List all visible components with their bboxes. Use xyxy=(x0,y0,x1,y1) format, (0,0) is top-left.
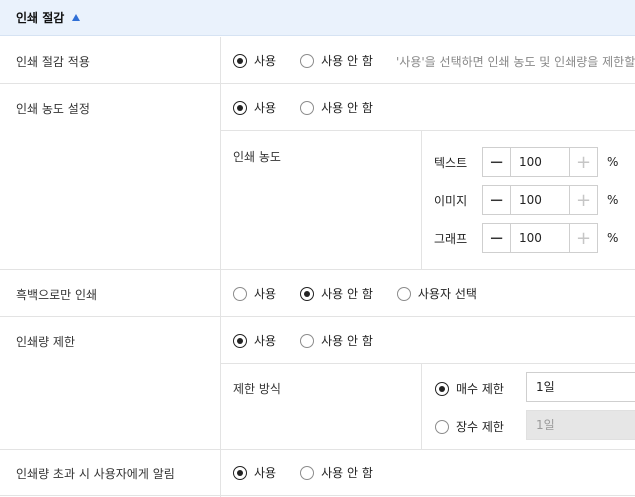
percent-unit: % xyxy=(607,155,619,169)
density-text-value[interactable]: 100 xyxy=(511,148,569,176)
minus-icon[interactable]: − xyxy=(483,186,511,214)
radio-checked-icon[interactable] xyxy=(233,53,247,68)
radio-checked-icon[interactable] xyxy=(435,381,449,396)
sub-divider xyxy=(221,130,635,131)
radio-group-notify: 사용 사용 안 함 xyxy=(233,464,397,481)
sub-column-divider xyxy=(421,131,422,269)
radio-checked-icon[interactable] xyxy=(233,100,247,115)
radio-unchecked-icon[interactable] xyxy=(300,465,315,480)
radio-label: 사용자 선택 xyxy=(417,287,477,301)
limit-pages-period-input: 1일 xyxy=(526,410,635,440)
radio-checked-icon[interactable] xyxy=(233,333,247,348)
radio-label: 사용 xyxy=(254,101,277,115)
radio-density-use[interactable]: 사용 xyxy=(233,99,276,116)
density-text-stepper: − 100 + xyxy=(482,147,598,177)
radio-limit-pages[interactable]: 장수 제한 xyxy=(435,418,504,435)
radio-label: 사용 xyxy=(254,466,277,480)
radio-label: 장수 제한 xyxy=(456,420,504,434)
percent-unit: % xyxy=(607,231,619,245)
row-divider xyxy=(0,449,635,450)
radio-label: 사용 안 함 xyxy=(321,287,373,301)
radio-notify-unused[interactable]: 사용 안 함 xyxy=(300,464,373,481)
radio-density-unused[interactable]: 사용 안 함 xyxy=(300,99,373,116)
radio-group-apply: 사용 사용 안 함 xyxy=(233,52,397,69)
plus-icon[interactable]: + xyxy=(569,186,597,214)
plus-icon[interactable]: + xyxy=(569,148,597,176)
density-graph-value[interactable]: 100 xyxy=(511,224,569,252)
radio-mono-use[interactable]: 사용 xyxy=(233,285,276,302)
limit-method-sheets: 매수 제한 xyxy=(435,380,528,397)
density-image-row: 이미지 − 100 + % xyxy=(434,185,618,215)
limit-sub-label: 제한 방식 xyxy=(233,382,281,396)
row-divider xyxy=(0,316,635,317)
radio-apply-use[interactable]: 사용 xyxy=(233,52,276,69)
section-title: 인쇄 절감 xyxy=(16,11,65,25)
row-label-limit: 인쇄량 제한 xyxy=(16,335,76,349)
density-image-value[interactable]: 100 xyxy=(511,186,569,214)
minus-icon[interactable]: − xyxy=(483,148,511,176)
density-text-row: 텍스트 − 100 + % xyxy=(434,147,618,177)
row-label-density: 인쇄 농도 설정 xyxy=(16,102,90,116)
density-graph-row: 그래프 − 100 + % xyxy=(434,223,618,253)
radio-label: 사용 안 함 xyxy=(321,54,373,68)
radio-label: 매수 제한 xyxy=(456,382,504,396)
radio-label: 사용 xyxy=(254,54,277,68)
sub-divider xyxy=(221,363,635,364)
density-graph-stepper: − 100 + xyxy=(482,223,598,253)
radio-group-limit: 사용 사용 안 함 xyxy=(233,332,397,349)
row-divider xyxy=(0,83,635,84)
caret-up-icon[interactable] xyxy=(72,13,81,21)
density-text-label: 텍스트 xyxy=(434,155,468,170)
density-sub-label: 인쇄 농도 xyxy=(233,150,281,164)
density-graph-label: 그래프 xyxy=(434,231,468,246)
radio-unchecked-icon[interactable] xyxy=(300,333,315,348)
radio-unchecked-icon[interactable] xyxy=(435,419,449,434)
density-image-stepper: − 100 + xyxy=(482,185,598,215)
radio-group-mono: 사용 사용 안 함 사용자 선택 xyxy=(233,285,501,302)
row-divider xyxy=(0,269,635,270)
apply-hint-text: '사용'을 선택하면 인쇄 농도 및 인쇄량을 제한할 xyxy=(396,55,635,69)
radio-limit-unused[interactable]: 사용 안 함 xyxy=(300,332,373,349)
radio-label: 사용 xyxy=(254,287,277,301)
column-divider xyxy=(220,37,221,497)
density-image-label: 이미지 xyxy=(434,193,468,208)
radio-limit-use[interactable]: 사용 xyxy=(233,332,276,349)
radio-notify-use[interactable]: 사용 xyxy=(233,464,276,481)
radio-mono-user-choice[interactable]: 사용자 선택 xyxy=(396,285,477,302)
radio-unchecked-icon[interactable] xyxy=(396,286,411,301)
percent-unit: % xyxy=(607,193,619,207)
limit-sheets-period-input[interactable]: 1일 xyxy=(526,372,635,402)
radio-mono-unused[interactable]: 사용 안 함 xyxy=(300,285,373,302)
row-divider xyxy=(0,495,635,496)
radio-checked-icon[interactable] xyxy=(233,465,247,480)
plus-icon[interactable]: + xyxy=(569,224,597,252)
radio-checked-icon[interactable] xyxy=(300,286,315,301)
radio-label: 사용 안 함 xyxy=(321,101,373,115)
radio-apply-unused[interactable]: 사용 안 함 xyxy=(300,52,373,69)
row-label-notify: 인쇄량 초과 시 사용자에게 알림 xyxy=(16,467,175,481)
section-header[interactable]: 인쇄 절감 xyxy=(0,0,635,36)
minus-icon[interactable]: − xyxy=(483,224,511,252)
row-label-apply: 인쇄 절감 적용 xyxy=(16,55,90,69)
radio-label: 사용 안 함 xyxy=(321,466,373,480)
row-label-mono: 흑백으로만 인쇄 xyxy=(16,288,98,302)
radio-unchecked-icon[interactable] xyxy=(233,286,247,301)
radio-limit-sheets[interactable]: 매수 제한 xyxy=(435,380,504,397)
radio-unchecked-icon[interactable] xyxy=(300,53,315,68)
limit-method-pages: 장수 제한 xyxy=(435,418,528,435)
radio-label: 사용 안 함 xyxy=(321,334,373,348)
radio-unchecked-icon[interactable] xyxy=(300,100,315,115)
radio-group-density: 사용 사용 안 함 xyxy=(233,99,397,116)
sub-column-divider xyxy=(421,364,422,449)
radio-label: 사용 xyxy=(254,334,277,348)
